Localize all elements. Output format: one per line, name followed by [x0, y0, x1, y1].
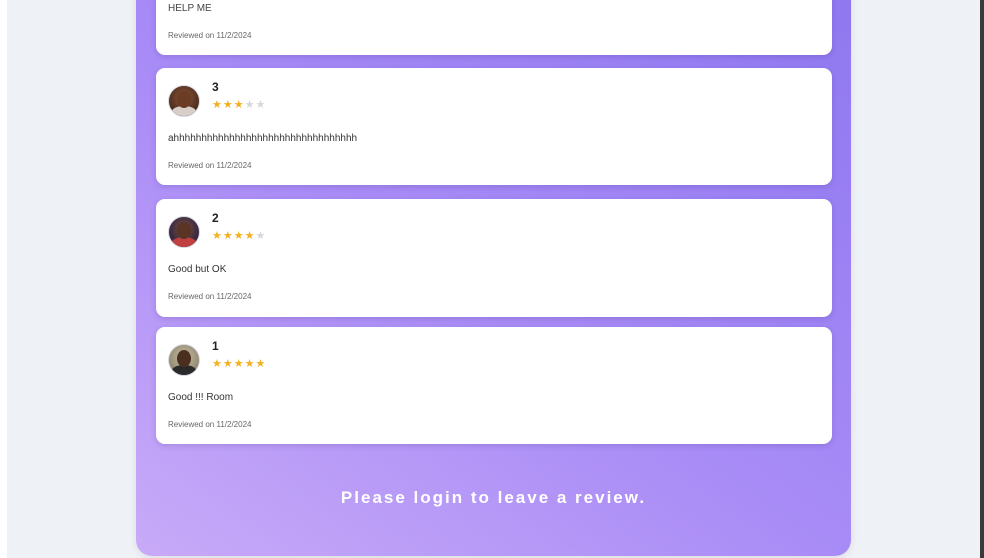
reviewer-name: 2	[212, 211, 219, 225]
review-date: Reviewed on 11/2/2024	[168, 420, 252, 429]
review-card: HELP ME Reviewed on 11/2/2024	[156, 0, 832, 55]
avatar	[168, 344, 200, 376]
star-icon: ★	[244, 99, 256, 111]
star-icon: ★	[255, 358, 267, 370]
scrollbar[interactable]	[980, 0, 984, 558]
star-icon: ★	[233, 358, 245, 370]
review-card: 2 ★★★★★ Good but OK Reviewed on 11/2/202…	[156, 199, 832, 317]
review-comment: ahhhhhhhhhhhhhhhhhhhhhhhhhhhhhhhhh	[168, 133, 358, 144]
avatar	[168, 216, 200, 248]
star-icon: ★	[222, 230, 234, 242]
star-rating: ★★★★★	[212, 99, 266, 111]
star-icon: ★	[212, 99, 223, 111]
reviewer-name: 3	[212, 80, 219, 94]
reviewer-name: 1	[212, 339, 219, 353]
star-icon: ★	[222, 358, 234, 370]
review-date: Reviewed on 11/2/2024	[168, 161, 252, 170]
review-card: 1 ★★★★★ Good !!! Room Reviewed on 11/2/2…	[156, 327, 832, 444]
review-date: Reviewed on 11/2/2024	[168, 31, 252, 40]
review-comment: Good !!! Room	[168, 392, 234, 403]
star-rating: ★★★★★	[212, 358, 266, 370]
review-comment: Good but OK	[168, 264, 227, 275]
page-gutter	[0, 0, 7, 558]
star-icon: ★	[212, 358, 223, 370]
star-icon: ★	[222, 99, 234, 111]
star-icon: ★	[255, 230, 267, 242]
review-card: 3 ★★★★★ ahhhhhhhhhhhhhhhhhhhhhhhhhhhhhhh…	[156, 68, 832, 185]
star-icon: ★	[244, 230, 256, 242]
star-icon: ★	[212, 230, 223, 242]
star-icon: ★	[244, 358, 256, 370]
avatar	[168, 85, 200, 117]
review-comment: HELP ME	[168, 3, 212, 14]
review-date: Reviewed on 11/2/2024	[168, 292, 252, 301]
star-icon: ★	[255, 99, 267, 111]
star-icon: ★	[233, 99, 245, 111]
star-rating: ★★★★★	[212, 230, 266, 242]
login-prompt: Please login to leave a review.	[340, 488, 647, 507]
star-icon: ★	[233, 230, 245, 242]
